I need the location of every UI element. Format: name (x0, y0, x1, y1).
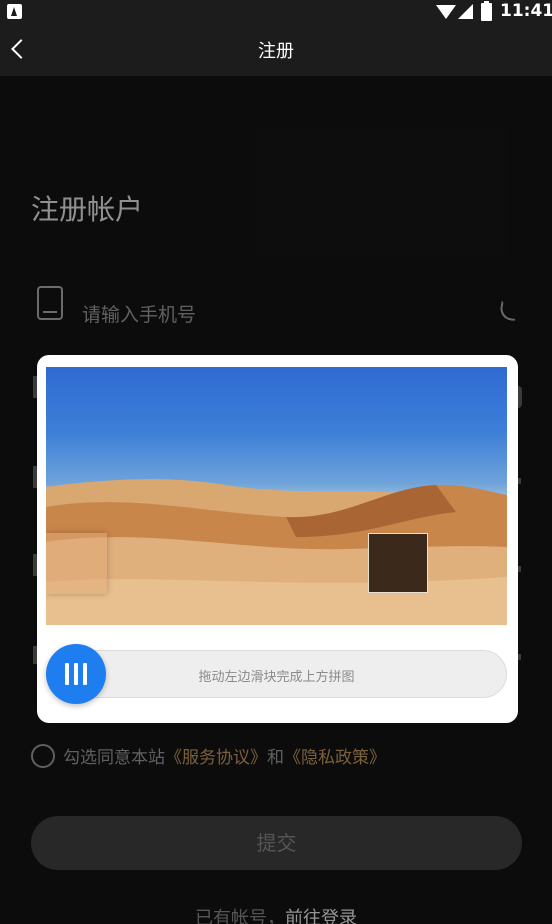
slider-handle[interactable] (46, 644, 106, 704)
puzzle-piece[interactable] (46, 533, 107, 594)
app-notification-icon (7, 4, 22, 19)
grip-bars-icon (74, 663, 78, 685)
slider-track[interactable]: 拖动左边滑块完成上方拼图 (46, 650, 507, 698)
status-time: 11:41 (500, 1, 552, 21)
page-title: 注册 (258, 41, 294, 62)
puzzle-target-slot (368, 533, 428, 593)
wifi-icon (436, 5, 456, 19)
desert-landscape-image (46, 479, 507, 625)
battery-charging-icon (481, 1, 492, 21)
grip-bars-icon (65, 663, 69, 685)
signal-icon (458, 4, 473, 19)
grip-bars-icon (83, 663, 87, 685)
puzzle-image (46, 367, 507, 625)
app-header: 注册 (0, 24, 552, 76)
captcha-dialog: 拖动左边滑块完成上方拼图 (37, 355, 518, 723)
slider-instruction: 拖动左边滑块完成上方拼图 (198, 670, 355, 685)
status-bar: 11:41 (0, 0, 552, 24)
